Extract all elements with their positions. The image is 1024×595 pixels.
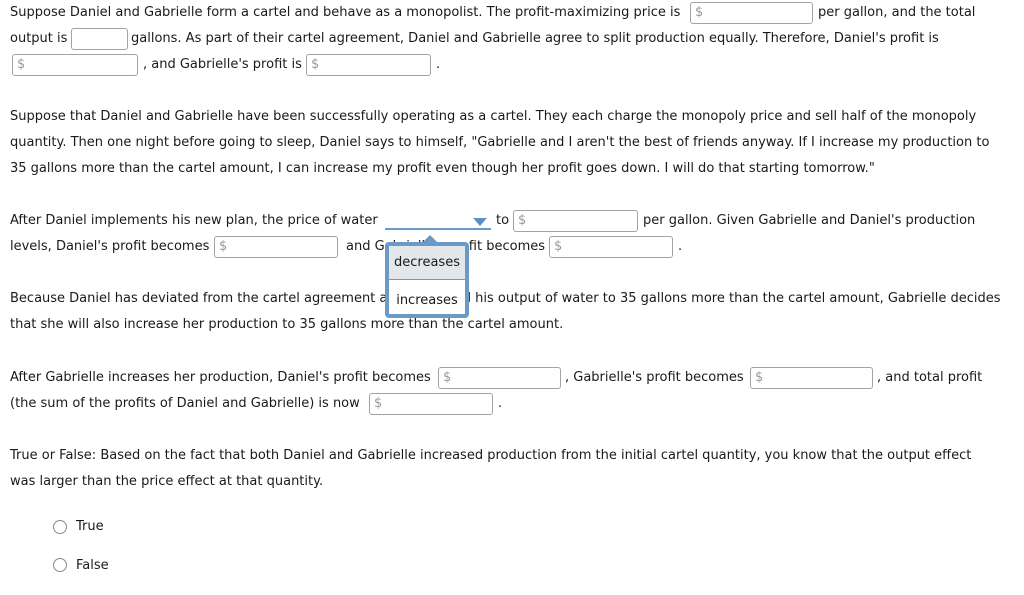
p1-text: gallons. As part of their cartel agreeme… xyxy=(131,31,939,46)
p3-text: After Daniel implements his new plan, th… xyxy=(10,213,378,228)
menu-caret xyxy=(422,235,438,243)
p2-text: 35 gallons more than the cartel amount, … xyxy=(10,161,875,176)
p5-text: , and total profit xyxy=(877,370,983,385)
dollar-sign: $ xyxy=(755,370,764,385)
dollar-sign: $ xyxy=(554,239,563,254)
total-profit-input[interactable]: $ xyxy=(369,393,493,415)
dollar-sign: $ xyxy=(518,213,527,228)
gabrielle-final-profit-input[interactable]: $ xyxy=(750,367,873,389)
daniel-deviation-profit-input[interactable]: $ xyxy=(214,236,338,258)
monopoly-price-input[interactable]: $ xyxy=(690,2,813,24)
dollar-sign: $ xyxy=(17,57,26,72)
radio-label-true[interactable]: True xyxy=(76,519,104,535)
dropdown-option-decreases[interactable]: decreases xyxy=(389,246,465,280)
p1-text: per gallon, and the total xyxy=(818,5,976,20)
radio-true[interactable] xyxy=(53,520,67,534)
dollar-sign: $ xyxy=(695,5,704,20)
p6-text: True or False: Based on the fact that bo… xyxy=(10,448,972,463)
dollar-sign: $ xyxy=(311,57,320,72)
p1-text: , and Gabrielle's profit is xyxy=(143,57,302,72)
p1-text: Suppose Daniel and Gabrielle form a cart… xyxy=(10,5,681,20)
p2-text: quantity. Then one night before going to… xyxy=(10,135,990,150)
p3-text: per gallon. Given Gabrielle and Daniel's… xyxy=(643,213,976,228)
dropdown-menu: decreases increases xyxy=(385,235,469,318)
p5-text: After Gabrielle increases her production… xyxy=(10,370,431,385)
chevron-down-icon xyxy=(473,218,487,226)
p3-text: . xyxy=(678,239,683,254)
radio-false[interactable] xyxy=(53,558,67,572)
p5-text: , Gabrielle's profit becomes xyxy=(565,370,744,385)
gabrielle-cartel-profit-input[interactable]: $ xyxy=(306,54,431,76)
dollar-sign: $ xyxy=(443,370,452,385)
dollar-sign: $ xyxy=(219,239,228,254)
p1-text: . xyxy=(436,57,441,72)
p2-text: Suppose that Daniel and Gabrielle have b… xyxy=(10,109,977,124)
p4-text: Because Daniel has deviated from the car… xyxy=(10,291,1001,306)
p5-text: . xyxy=(498,396,503,411)
new-price-input[interactable]: $ xyxy=(513,210,638,232)
gabrielle-deviation-profit-input[interactable]: $ xyxy=(549,236,673,258)
dollar-sign: $ xyxy=(374,396,383,411)
dropdown-option-increases[interactable]: increases xyxy=(389,284,465,318)
daniel-cartel-profit-input[interactable]: $ xyxy=(12,54,138,76)
p4-text: that she will also increase her producti… xyxy=(10,317,564,332)
p1-text: output is xyxy=(10,31,68,46)
p5-text: (the sum of the profits of Daniel and Ga… xyxy=(10,396,360,411)
price-change-dropdown[interactable] xyxy=(385,212,491,230)
p6-text: was larger than the price effect at that… xyxy=(10,474,324,489)
p3-text: to xyxy=(496,213,510,228)
daniel-final-profit-input[interactable]: $ xyxy=(438,367,561,389)
radio-label-false[interactable]: False xyxy=(76,558,109,574)
total-output-input[interactable] xyxy=(71,28,128,50)
p3-text: levels, Daniel's profit becomes xyxy=(10,239,210,254)
